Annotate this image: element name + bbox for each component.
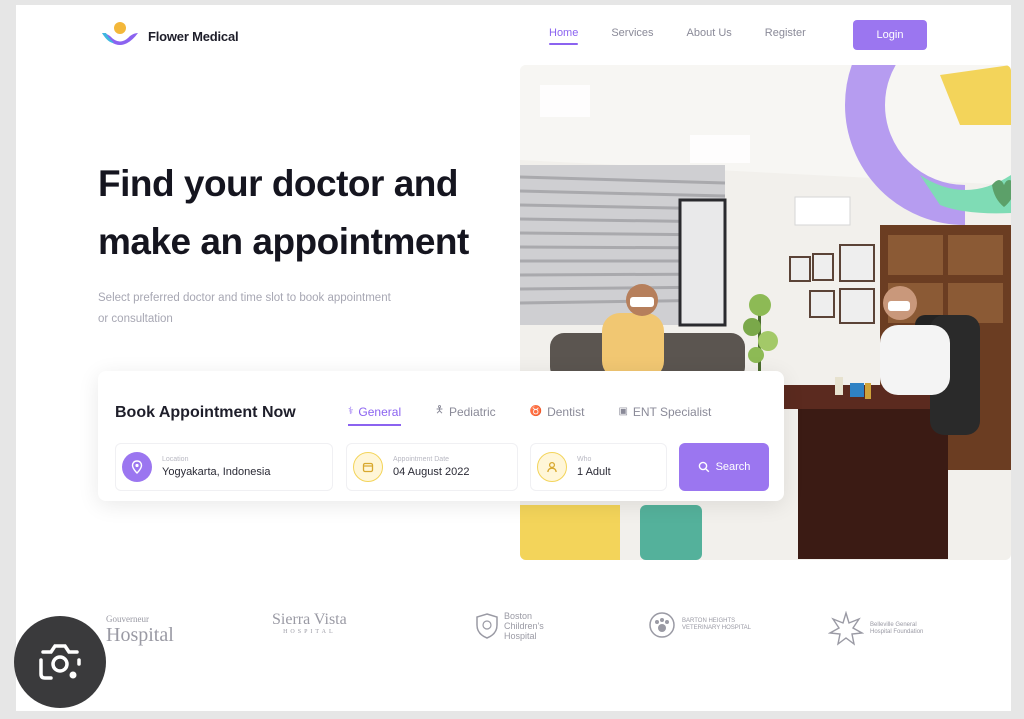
stethoscope-icon: ⚕ [348, 406, 354, 417]
shield-icon [476, 613, 498, 639]
flower-logo-icon [100, 21, 140, 51]
appointment-date-field[interactable]: Appointment Date 04 August 2022 [346, 443, 518, 491]
nav-register[interactable]: Register [765, 27, 806, 45]
partner-5-line-1: Belleville General [870, 622, 917, 628]
partner-4-line-1: BARTON HEIGHTS [682, 618, 736, 624]
nav-home[interactable]: Home [549, 27, 579, 45]
tab-general-label: General [358, 404, 402, 419]
location-label: Location [162, 456, 189, 463]
paw-icon [649, 612, 675, 638]
tab-general[interactable]: ⚕ General [348, 403, 402, 426]
tab-pediatric[interactable]: 🯅 Pediatric [435, 403, 496, 426]
hero-title-line-2: make an appointment [98, 221, 469, 262]
landing-page: Flower Medical Home Services About Us Re… [16, 5, 1011, 711]
ear-icon: ▣ [618, 406, 628, 417]
date-label: Appointment Date [393, 456, 450, 463]
location-field[interactable]: Location Yogyakarta, Indonesia [115, 443, 333, 491]
tab-dentist[interactable]: ♉ Dentist [530, 403, 585, 426]
hero-title-line-1: Find your doctor and [98, 163, 458, 204]
partner-logo-belleville: Belleville General Hospital Foundation [828, 611, 923, 647]
location-value: Yogyakarta, Indonesia [162, 466, 271, 478]
nav-about-us[interactable]: About Us [687, 27, 732, 45]
brand-logo[interactable]: Flower Medical [100, 21, 239, 51]
specialty-tabs: ⚕ General 🯅 Pediatric ♉ Dentist ▣ ENT Sp… [348, 403, 711, 426]
booking-card: Book Appointment Now ⚕ General 🯅 Pediatr… [98, 371, 784, 501]
tab-dentist-label: Dentist [547, 404, 585, 419]
partner-logo-gouverneur-hospital: Gouverneur Hospital [106, 611, 174, 646]
brand-name: Flower Medical [148, 28, 239, 44]
partner-2-name: Sierra Vista [272, 611, 347, 628]
partner-3-line-3: Hospital [504, 631, 537, 641]
partner-4-line-2: VETERINARY HOSPITAL [682, 625, 752, 631]
main-nav: Home Services About Us Register [549, 27, 806, 45]
hero-title: Find your doctor and make an appointment [98, 155, 469, 271]
search-button[interactable]: Search [679, 443, 769, 491]
who-value: 1 Adult [577, 466, 611, 478]
hero-subtitle: Select preferred doctor and time slot to… [98, 292, 391, 325]
tab-ent-specialist[interactable]: ▣ ENT Specialist [618, 403, 711, 426]
booking-title: Book Appointment Now [115, 404, 296, 421]
who-label: Who [577, 456, 592, 463]
camera-lens-icon [39, 644, 81, 680]
search-icon [698, 461, 709, 473]
lens-button[interactable] [14, 616, 106, 708]
child-icon: 🯅 [435, 405, 444, 416]
partner-3-line-1: Boston [504, 611, 533, 621]
partner-2-sub: HOSPITAL [283, 629, 336, 635]
calendar-icon [353, 452, 383, 482]
nav-services[interactable]: Services [611, 27, 653, 45]
tab-ent-label: ENT Specialist [632, 404, 712, 419]
login-button[interactable]: Login [853, 20, 927, 50]
partner-1-main: Hospital [106, 624, 174, 646]
partner-logo-boston-childrens: Boston Children's Hospital [476, 611, 544, 641]
partner-logo-sierra-vista: Sierra Vista HOSPITAL [272, 611, 347, 635]
partner-logo-barton-heights: BARTON HEIGHTS VETERINARY HOSPITAL [648, 611, 751, 639]
user-icon [537, 452, 567, 482]
star-burst-icon [828, 611, 864, 646]
location-pin-icon [122, 452, 152, 482]
who-field[interactable]: Who 1 Adult [530, 443, 667, 491]
tooth-icon: ♉ [529, 406, 543, 417]
date-value: 04 August 2022 [393, 466, 470, 478]
tab-pediatric-label: Pediatric [448, 404, 496, 419]
partner-5-line-2: Hospital Foundation [870, 629, 924, 635]
search-label: Search [715, 461, 751, 473]
partner-3-line-2: Children's [504, 621, 544, 631]
